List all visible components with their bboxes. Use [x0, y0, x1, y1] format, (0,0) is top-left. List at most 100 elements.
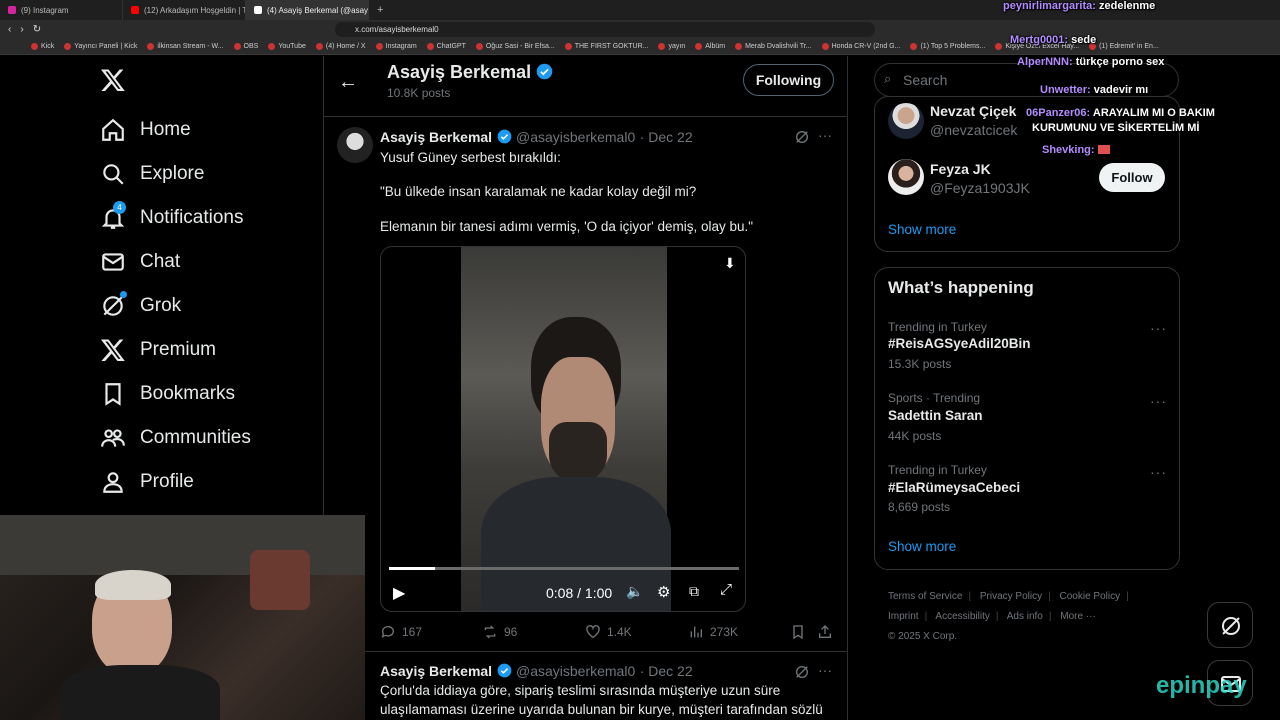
footer-link[interactable]: More ··· — [1060, 611, 1096, 622]
follow-button[interactable]: Follow — [1099, 163, 1165, 192]
trend-item[interactable]: #ReisAGSyeAdil20Bin — [888, 336, 1031, 351]
trend-item[interactable]: #ElaRümeysaCebeci — [888, 480, 1020, 495]
nav-item-explore[interactable]: Explore — [100, 159, 204, 189]
chat-text: vadevir mı — [1093, 84, 1149, 96]
trend-more-icon[interactable]: ··· — [1150, 393, 1167, 409]
bookmark-item[interactable]: Instagram — [373, 43, 420, 50]
following-button[interactable]: Following — [743, 64, 834, 96]
avatar[interactable] — [888, 159, 924, 195]
more-options-icon[interactable]: ··· — [818, 127, 832, 143]
play-icon[interactable]: ▶ — [393, 583, 405, 603]
bookmark-item[interactable]: (1) Top 5 Problems... — [907, 43, 988, 50]
bookmark-item[interactable]: ChatGPT — [424, 43, 469, 50]
footer-link[interactable]: Accessibility — [935, 611, 989, 622]
bookmark-item[interactable]: Kick — [28, 43, 57, 50]
instagram-icon — [8, 6, 16, 14]
bookmark-label: Instagram — [385, 43, 417, 50]
new-tab-button[interactable]: + — [369, 4, 391, 16]
tweet-author-name[interactable]: Asayiş Berkemal — [380, 129, 492, 145]
footer-link[interactable]: Ads info — [1007, 611, 1043, 622]
browser-tab-youtube[interactable]: (12) Arkadaşım Hoşgeldin | Taş Devri — [123, 0, 246, 20]
views-button[interactable]: 273K — [688, 624, 738, 640]
show-more-link[interactable]: Show more — [888, 539, 956, 554]
tweet-author-name[interactable]: Asayiş Berkemal — [380, 663, 492, 679]
bookmark-favicon-icon — [695, 43, 703, 50]
bookmark-favicon-icon — [64, 43, 72, 50]
bookmark-item[interactable]: ilkinsan Stream - W... — [144, 43, 226, 50]
grok-icon[interactable] — [794, 129, 810, 150]
nav-item-profile[interactable]: Profile — [100, 467, 194, 497]
nav-label: Profile — [140, 471, 194, 492]
back-button[interactable]: ← — [338, 71, 358, 94]
bookmark-item[interactable]: Yayıncı Paneli | Kick — [61, 43, 140, 50]
bookmark-favicon-icon — [821, 43, 829, 50]
forward-arrow-icon[interactable]: › — [20, 24, 23, 35]
download-icon[interactable]: ⬇ — [724, 255, 736, 272]
emote-icon — [1097, 145, 1110, 154]
tweet-text-line: "Bu ülkede insan karalamak ne kadar kola… — [380, 184, 697, 199]
bookmark-item[interactable]: yayın — [655, 43, 688, 50]
like-button[interactable]: 1.4K — [585, 624, 632, 640]
browser-tab-x[interactable]: (4) Asayiş Berkemal (@asayişb... — [246, 0, 369, 20]
trend-item[interactable]: Sadettin Saran — [888, 408, 983, 423]
chat-text: KURUMUNU VE SİKERTELİM Mİ — [1032, 122, 1200, 134]
volume-icon[interactable]: 🔈 — [626, 583, 643, 600]
footer-link[interactable]: Terms of Service — [888, 591, 962, 602]
bookmark-label: ilkinsan Stream - W... — [157, 43, 224, 50]
share-button[interactable] — [817, 624, 833, 640]
tweet-date[interactable]: · Dec 22 — [640, 663, 693, 679]
bookmark-item[interactable]: (1) Edremit' in En... — [1086, 43, 1162, 50]
picture-in-picture-icon[interactable]: ⧉ — [689, 583, 699, 600]
repost-button[interactable]: 96 — [482, 624, 517, 640]
avatar[interactable] — [888, 103, 924, 139]
bookmark-favicon-icon — [268, 43, 276, 50]
avatar[interactable] — [337, 127, 373, 163]
back-arrow-icon[interactable]: ‹ — [8, 24, 11, 35]
bookmark-button[interactable] — [790, 624, 806, 640]
footer-link[interactable]: Privacy Policy — [980, 591, 1042, 602]
fullscreen-icon[interactable]: ⤢ — [720, 581, 732, 598]
video-progress-track[interactable] — [389, 567, 739, 570]
nav-item-bookmarks[interactable]: Bookmarks — [100, 379, 235, 409]
browser-tab-instagram[interactable]: (9) Instagram — [0, 0, 123, 20]
reply-button[interactable]: 167 — [380, 624, 422, 640]
bookmark-item[interactable]: THE FIRST GOKTUR... — [562, 43, 652, 50]
nav-item-grok[interactable]: Grok — [100, 291, 181, 321]
suggested-user-handle[interactable]: @nevzatcicek — [930, 122, 1017, 138]
settings-gear-icon[interactable]: ⚙ — [657, 583, 670, 601]
nav-item-home[interactable]: Home — [100, 115, 191, 145]
bookmark-item[interactable]: YouTube — [265, 43, 309, 50]
url-input[interactable]: x.com/asayisberkemal0 — [335, 22, 875, 37]
x-logo-icon[interactable] — [100, 67, 126, 98]
footer-link[interactable]: Imprint — [888, 611, 919, 622]
grok-icon[interactable] — [794, 664, 810, 685]
suggested-user-name[interactable]: Nevzat Çiçek — [930, 103, 1016, 119]
suggested-user-handle[interactable]: @Feyza1903JK — [930, 180, 1030, 196]
nav-item-chat[interactable]: Chat — [100, 247, 180, 277]
trend-more-icon[interactable]: ··· — [1150, 464, 1167, 480]
bookmark-item[interactable]: (4) Home / X — [313, 43, 369, 50]
tweet-handle[interactable]: @asayisberkemal0 — [516, 663, 635, 679]
nav-label: Bookmarks — [140, 383, 236, 404]
video-player[interactable]: ⬇ ▶ 0:08 / 1:00 🔈 ⚙ ⧉ ⤢ — [380, 246, 746, 612]
trend-more-icon[interactable]: ··· — [1150, 320, 1167, 336]
bookmark-item[interactable]: Merab Dvalishvili Tr... — [732, 43, 815, 50]
tweet-text-line: Elemanın bir tanesi adımı vermiş, 'O da … — [380, 219, 754, 234]
tweet-handle[interactable]: @asayisberkemal0 — [516, 129, 635, 145]
grok-floating-button[interactable] — [1207, 602, 1253, 648]
reload-icon[interactable]: ↻ — [33, 24, 41, 35]
bookmark-label: yayın — [668, 43, 686, 50]
nav-item-premium[interactable]: Premium — [100, 335, 216, 365]
show-more-link[interactable]: Show more — [888, 222, 956, 237]
nav-item-communities[interactable]: Communities — [100, 423, 251, 453]
bookmark-item[interactable]: Honda CR-V (2nd G... — [819, 43, 904, 50]
suggested-user-name[interactable]: Feyza JK — [930, 161, 991, 177]
nav-item-notifications[interactable]: 4 Notifications — [100, 201, 244, 233]
tweet-date[interactable]: · Dec 22 — [640, 129, 693, 145]
bookmark-item[interactable]: OBS — [231, 43, 262, 50]
bookmark-item[interactable]: Oğuz Sasi - Bir Efsa... — [473, 43, 558, 50]
bookmark-favicon-icon — [31, 43, 38, 50]
footer-link[interactable]: Cookie Policy — [1060, 591, 1121, 602]
bookmark-item[interactable]: Albüm — [692, 43, 728, 50]
more-options-icon[interactable]: ··· — [818, 662, 832, 678]
